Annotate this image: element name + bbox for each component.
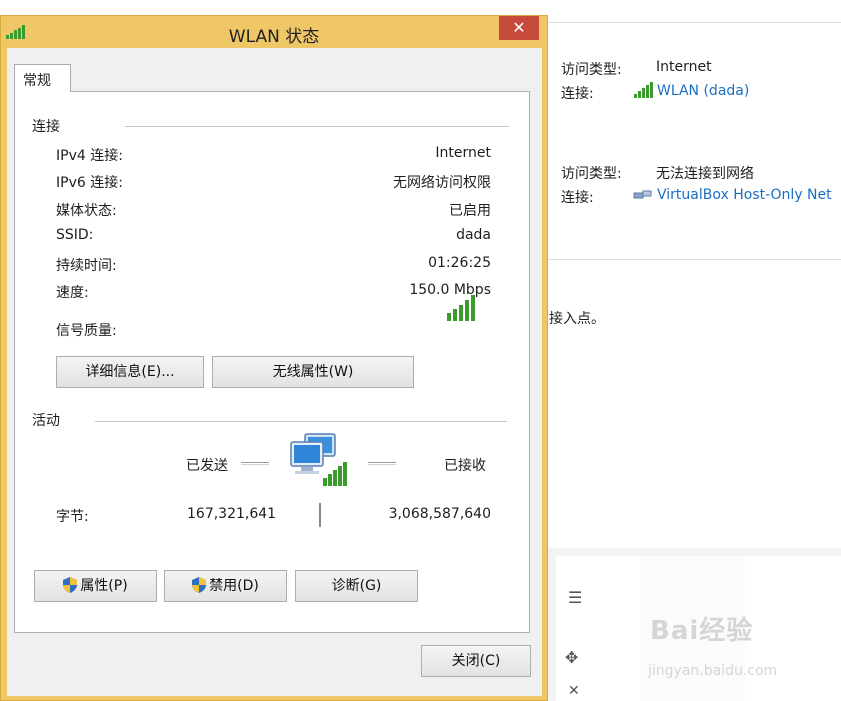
properties-button[interactable]: 属性(P)	[34, 570, 157, 602]
ssid-label: SSID:	[56, 227, 94, 243]
uac-shield-icon	[63, 577, 78, 593]
bytes-received-value: 3,068,587,640	[388, 506, 491, 522]
watermark-logo: Bai经验	[650, 616, 754, 646]
duration-label: 持续时间:	[56, 258, 117, 274]
connection-label: 连接:	[561, 86, 594, 102]
divider	[548, 259, 841, 260]
connection-label: 连接:	[561, 190, 594, 206]
signal-quality-label: 信号质量:	[56, 323, 117, 339]
duration-value: 01:26:25	[428, 255, 491, 271]
side-pane	[556, 556, 640, 701]
sent-label: 已发送	[186, 458, 228, 474]
disable-label: 禁用(D)	[209, 578, 259, 594]
bytes-sent-value: 167,321,641	[187, 506, 277, 522]
wlan-connection-link[interactable]: WLAN (dada)	[657, 83, 749, 99]
uac-shield-icon	[192, 577, 207, 593]
properties-label: 属性(P)	[80, 578, 128, 594]
activity-line	[241, 462, 269, 465]
diagnose-button[interactable]: 诊断(G)	[295, 570, 418, 602]
access-type-label: 访问类型:	[561, 166, 622, 182]
signal-quality-icon	[447, 295, 479, 325]
activity-line	[368, 462, 396, 465]
ipv4-value: Internet	[435, 145, 491, 161]
access-type-label: 访问类型:	[561, 62, 622, 78]
divider	[548, 22, 841, 23]
preview-panel	[745, 556, 841, 701]
ethernet-icon	[633, 188, 653, 206]
activity-group-label: 活动	[32, 413, 60, 429]
wifi-signal-icon	[634, 82, 654, 102]
close-button[interactable]: ✕	[499, 16, 539, 40]
close-dialog-button[interactable]: 关闭(C)	[421, 645, 531, 677]
access-type-value: 无法连接到网络	[656, 166, 754, 182]
title-bar[interactable]: WLAN 状态 ✕	[1, 16, 547, 50]
group-divider	[95, 421, 507, 422]
wireless-properties-button[interactable]: 无线属性(W)	[212, 356, 414, 388]
group-divider	[125, 126, 509, 127]
tab-general[interactable]: 常规	[14, 64, 71, 92]
bytes-divider	[319, 503, 321, 527]
ipv6-label: IPv6 连接:	[56, 175, 123, 191]
move-icon[interactable]: ✥	[565, 648, 578, 667]
disable-button[interactable]: 禁用(D)	[164, 570, 287, 602]
ipv4-label: IPv4 连接:	[56, 148, 123, 164]
watermark-url: jingyan.baidu.com	[648, 663, 778, 679]
media-state-value: 已启用	[449, 203, 491, 219]
virtualbox-connection-link[interactable]: VirtualBox Host-Only Net	[657, 187, 832, 203]
ipv6-value: 无网络访问权限	[393, 175, 491, 191]
media-state-label: 媒体状态:	[56, 203, 117, 219]
connection-group-label: 连接	[32, 119, 60, 135]
dialog-title: WLAN 状态	[228, 27, 320, 47]
wlan-status-dialog: WLAN 状态 ✕ 常规 连接 IPv4 连接: Internet IPv6 连…	[0, 15, 548, 701]
speed-label: 速度:	[56, 285, 89, 301]
received-label: 已接收	[444, 458, 486, 474]
close-icon[interactable]: ✕	[568, 683, 580, 699]
tab-panel-general: 连接 IPv4 连接: Internet IPv6 连接: 无网络访问权限 媒体…	[14, 91, 530, 633]
access-type-value: Internet	[656, 59, 712, 75]
network-computers-icon	[289, 432, 349, 492]
ssid-value: dada	[456, 227, 491, 243]
list-icon[interactable]: ☰	[568, 588, 582, 607]
partial-text: 接入点。	[549, 311, 605, 327]
bytes-label: 字节:	[56, 509, 89, 525]
dialog-client: 常规 连接 IPv4 连接: Internet IPv6 连接: 无网络访问权限…	[7, 48, 542, 696]
details-button[interactable]: 详细信息(E)...	[56, 356, 204, 388]
